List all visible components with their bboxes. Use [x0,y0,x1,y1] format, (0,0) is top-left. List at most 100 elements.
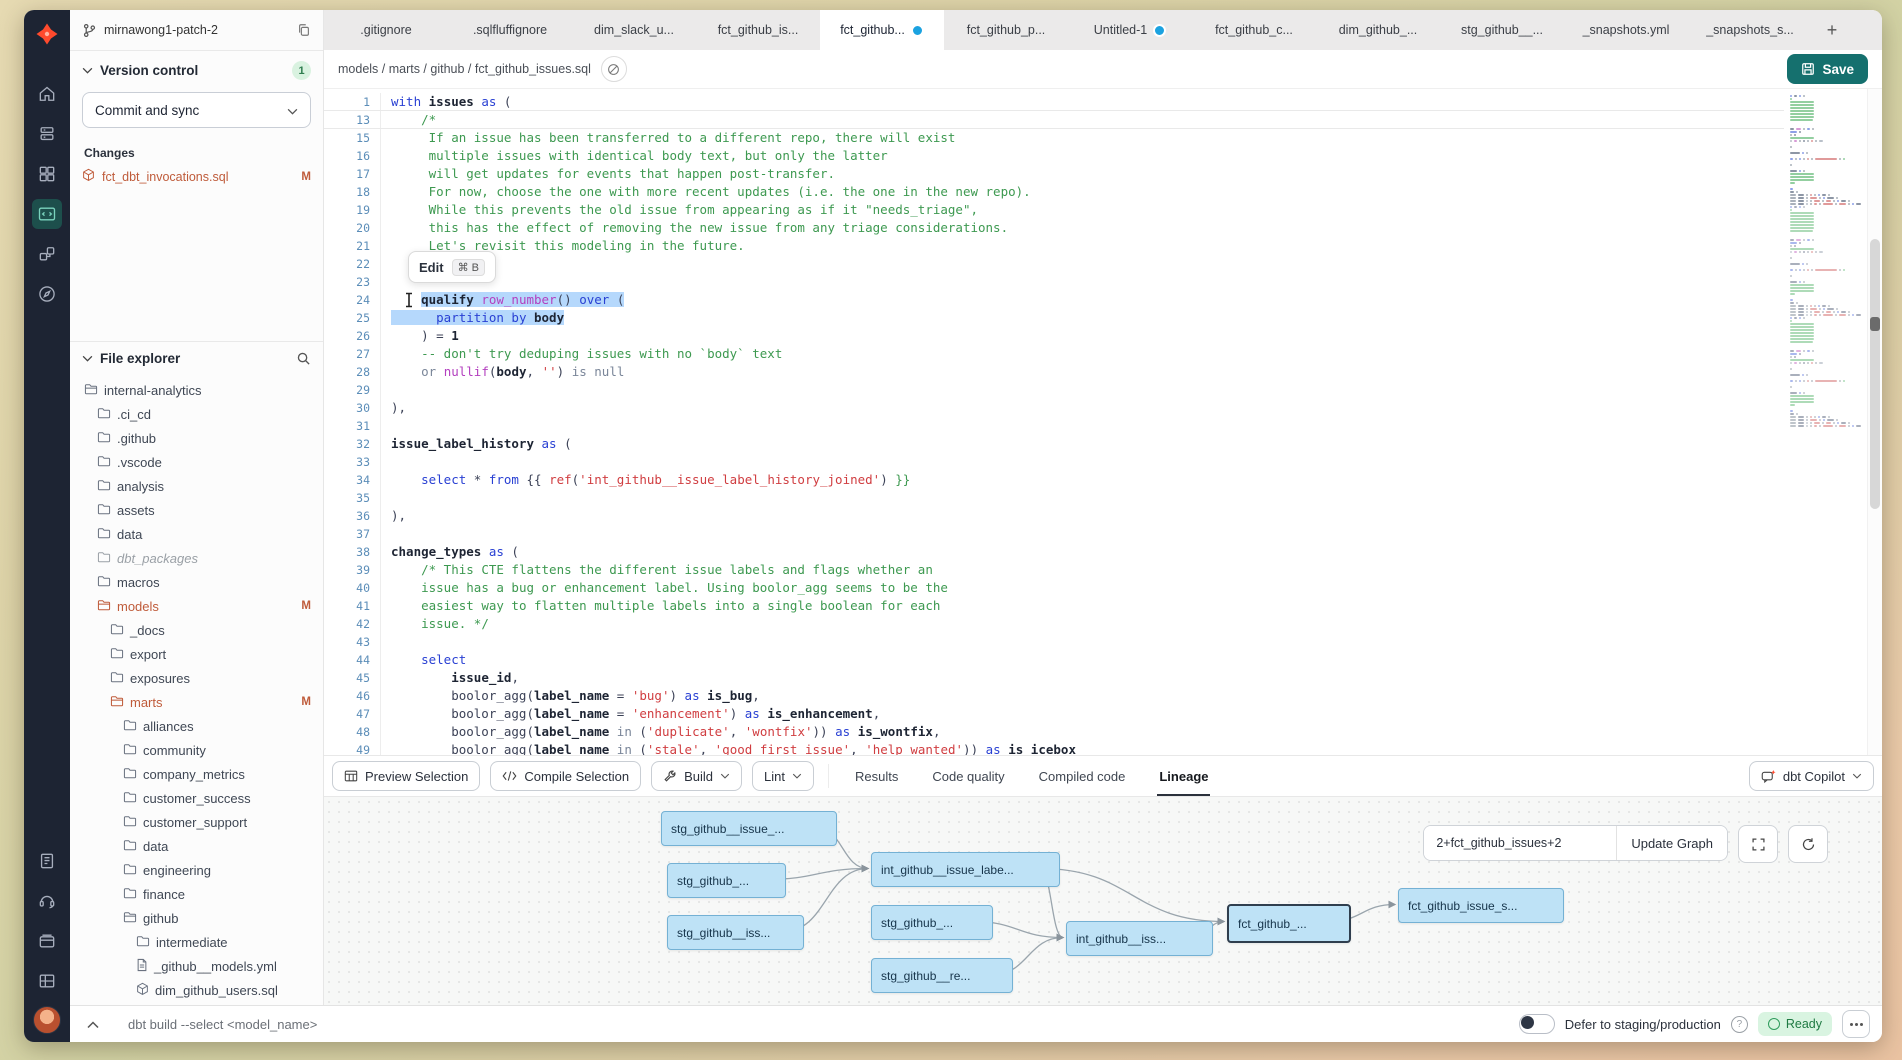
code-line-30[interactable]: 30), [324,399,1882,417]
code-line-16[interactable]: 16 multiple issues with identical body t… [324,147,1882,165]
tab-results[interactable]: Results [843,756,910,796]
tree-item-alliances[interactable]: alliances [70,714,323,738]
code-line-17[interactable]: 17 will get updates for events that happ… [324,165,1882,183]
storyboard-icon[interactable] [32,966,62,996]
code-line-24[interactable]: 24 qualify row_number() over ( [324,291,1882,309]
code-line-26[interactable]: 26 ) = 1 [324,327,1882,345]
code-line-47[interactable]: 47 boolor_agg(label_name = 'enhancement'… [324,705,1882,723]
code-line-45[interactable]: 45 issue_id, [324,669,1882,687]
tab-dim_github_...[interactable]: dim_github_... [1316,10,1440,50]
tree-item-finance[interactable]: finance [70,882,323,906]
changed-file-fct_dbt_invocations.sql[interactable]: fct_dbt_invocations.sqlM [70,166,323,187]
code-line-44[interactable]: 44 select [324,651,1882,669]
code-line-28[interactable]: 28 or nullif(body, '') is null [324,363,1882,381]
code-line-25[interactable]: 25 partition by body [324,309,1882,327]
more-options-button[interactable] [1842,1010,1870,1038]
help-icon[interactable]: ? [1731,1016,1748,1033]
tab-_snapshots.yml[interactable]: _snapshots.yml [1564,10,1688,50]
tree-item-dbt_packages[interactable]: dbt_packages [70,546,323,570]
tree-item-.vscode[interactable]: .vscode [70,450,323,474]
lineage-node-stg_github__issue_...[interactable]: stg_github__issue_... [661,811,837,846]
preview-selection-button[interactable]: Preview Selection [332,761,480,791]
scrollbar-thumb[interactable] [1870,239,1880,509]
tree-item-.github[interactable]: .github [70,426,323,450]
code-line-19[interactable]: 19 While this prevents the old issue fro… [324,201,1882,219]
fullscreen-button[interactable] [1738,825,1778,863]
code-line-23[interactable]: 23 [324,273,1882,291]
lineage-node-stg_github_...[interactable]: stg_github_... [871,905,993,940]
code-editor[interactable]: 1with issues as (13 /*15 If an issue has… [324,89,1882,755]
lineage-node-int_github__iss...[interactable]: int_github__iss... [1066,921,1213,956]
dbt-copilot-button[interactable]: dbt Copilot [1749,761,1874,791]
tab-fct_github_p...[interactable]: fct_github_p... [944,10,1068,50]
code-line-34[interactable]: 34 select * from {{ ref('int_github__iss… [324,471,1882,489]
code-line-13[interactable]: 13 /* [324,111,1882,129]
tab-lineage[interactable]: Lineage [1147,756,1220,796]
lineage-node-stg_github_...[interactable]: stg_github_... [667,863,786,898]
environments-icon[interactable] [32,119,62,149]
code-line-31[interactable]: 31 [324,417,1882,435]
tree-item-customer_support[interactable]: customer_support [70,810,323,834]
tree-item-assets[interactable]: assets [70,498,323,522]
code-line-18[interactable]: 18 For now, choose the one with more rec… [324,183,1882,201]
dbt-logo-icon[interactable] [35,22,59,51]
tab-fct_github_c...[interactable]: fct_github_c... [1192,10,1316,50]
tree-item-_docs[interactable]: _docs [70,618,323,642]
tab-_snapshots_s...[interactable]: _snapshots_s... [1688,10,1812,50]
code-line-48[interactable]: 48 boolor_agg(label_name in ('duplicate'… [324,723,1882,741]
commit-and-sync-button[interactable]: Commit and sync [82,92,311,128]
lineage-node-stg_github__iss...[interactable]: stg_github__iss... [667,915,804,950]
tree-item-models[interactable]: modelsM [70,594,323,618]
code-line-49[interactable]: 49 boolor_agg(label_name in ('stale', 'g… [324,741,1882,755]
file-actions-icon[interactable] [601,56,627,82]
tree-item-company_metrics[interactable]: company_metrics [70,762,323,786]
code-line-36[interactable]: 36), [324,507,1882,525]
code-line-38[interactable]: 38change_types as ( [324,543,1882,561]
tab-.sqlfluffignore[interactable]: .sqlfluffignore [448,10,572,50]
lineage-node-int_github__issue_labe...[interactable]: int_github__issue_labe... [871,852,1060,887]
code-line-35[interactable]: 35 [324,489,1882,507]
tree-item-data[interactable]: data [70,834,323,858]
tree-item-exposures[interactable]: exposures [70,666,323,690]
code-line-43[interactable]: 43 [324,633,1882,651]
code-line-20[interactable]: 20 this has the effect of removing the n… [324,219,1882,237]
lineage-node-fct_github_...[interactable]: fct_github_... [1227,904,1351,943]
code-line-22[interactable]: 22 [324,255,1882,273]
code-line-15[interactable]: 15 If an issue has been transferred to a… [324,129,1882,147]
tab-.gitignore[interactable]: .gitignore [324,10,448,50]
tab-fct_github_is...[interactable]: fct_github_is... [696,10,820,50]
code-line-27[interactable]: 27 -- don't try deduping issues with no … [324,345,1882,363]
tree-item-analysis[interactable]: analysis [70,474,323,498]
expand-command-bar-icon[interactable] [82,1017,104,1032]
build-button[interactable]: Build [651,761,742,791]
apps-icon[interactable] [32,159,62,189]
tab-compiled-code[interactable]: Compiled code [1027,756,1138,796]
code-line-1[interactable]: 1with issues as ( [324,93,1882,111]
notebook-icon[interactable] [32,846,62,876]
billing-icon[interactable] [32,926,62,956]
develop-icon[interactable] [32,199,62,229]
tree-item-.ci_cd[interactable]: .ci_cd [70,402,323,426]
lineage-selector-input[interactable] [1424,826,1616,860]
code-line-32[interactable]: 32issue_label_history as ( [324,435,1882,453]
tree-item-export[interactable]: export [70,642,323,666]
tree-item-_github__models.yml[interactable]: _github__models.yml [70,954,323,978]
tree-item-internal-analytics[interactable]: internal-analytics [70,378,323,402]
code-line-40[interactable]: 40 issue has a bug or enhancement label.… [324,579,1882,597]
tree-item-macros[interactable]: macros [70,570,323,594]
editor-scrollbar[interactable] [1867,89,1882,755]
tree-item-github[interactable]: github [70,906,323,930]
tab-Untitled-1[interactable]: Untitled-1 [1068,10,1192,50]
update-graph-button[interactable]: Update Graph [1616,826,1727,860]
user-avatar[interactable] [33,1006,61,1034]
explore-icon[interactable] [32,279,62,309]
refresh-button[interactable] [1788,825,1828,863]
compile-selection-button[interactable]: Compile Selection [490,761,641,791]
version-control-header[interactable]: Version control 1 [70,51,323,88]
code-line-42[interactable]: 42 issue. */ [324,615,1882,633]
search-icon[interactable] [296,351,311,366]
copy-branch-icon[interactable] [297,23,311,37]
tree-item-engineering[interactable]: engineering [70,858,323,882]
defer-toggle[interactable] [1519,1014,1555,1034]
tab-stg_github__...[interactable]: stg_github__... [1440,10,1564,50]
